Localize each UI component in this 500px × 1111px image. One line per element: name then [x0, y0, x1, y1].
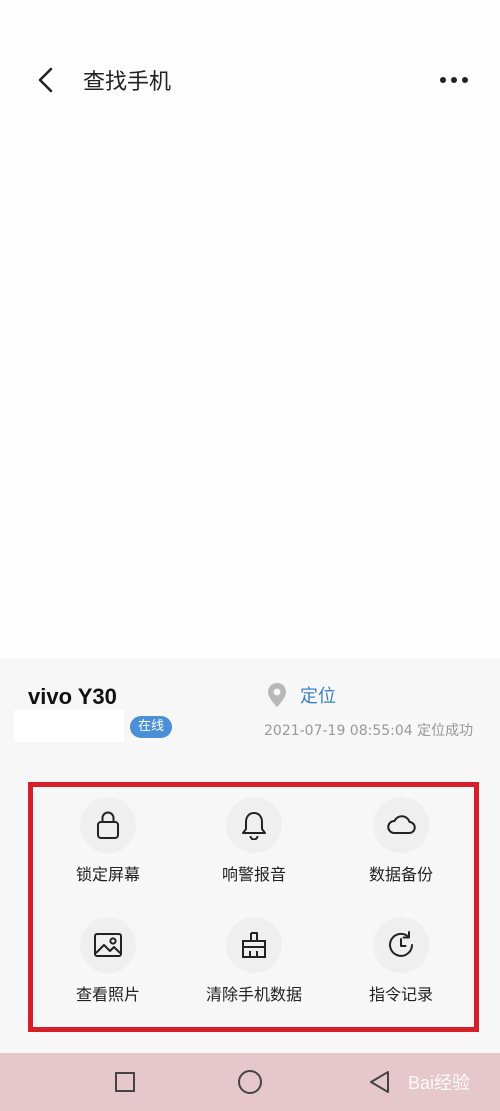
chevron-left-icon	[38, 67, 53, 93]
map-area[interactable]	[0, 110, 500, 658]
play-sound-button[interactable]: 响警报音	[179, 797, 329, 897]
data-backup-button[interactable]: 数据备份	[326, 797, 476, 897]
view-photos-button[interactable]: 查看照片	[33, 917, 183, 1017]
status-badge: 在线	[130, 716, 173, 738]
action-grid: 锁定屏幕 响警报音 数据备份 查看照片 清除手机数据 指令记录	[28, 782, 479, 1032]
action-label: 锁定屏幕	[75, 865, 140, 884]
command-history-button[interactable]: 指令记录	[326, 917, 476, 1017]
location-pin-icon	[268, 683, 286, 707]
action-label: 数据备份	[368, 865, 433, 884]
bell-icon	[242, 812, 266, 840]
more-horizontal-icon	[440, 77, 468, 83]
locate-timestamp: 2021-07-19 08:55:04 定位成功	[264, 723, 474, 739]
watermark: Bai经验	[407, 1073, 470, 1093]
nav-back-button[interactable]	[365, 1067, 395, 1097]
history-icon	[389, 931, 413, 957]
action-label: 响警报音	[221, 865, 286, 884]
action-label: 指令记录	[368, 985, 433, 1004]
erase-phone-data-button[interactable]: 清除手机数据	[179, 917, 329, 1017]
lock-screen-button[interactable]: 锁定屏幕	[33, 797, 183, 897]
back-button[interactable]	[28, 62, 64, 98]
cloud-icon	[387, 815, 416, 834]
square-icon	[115, 1072, 135, 1092]
device-account-redacted	[14, 710, 124, 742]
circle-icon	[238, 1070, 262, 1094]
image-icon	[94, 933, 122, 957]
system-navigation-bar: Bai经验	[0, 1053, 500, 1111]
page-title: 查找手机	[83, 70, 172, 95]
recent-apps-button[interactable]	[110, 1067, 140, 1097]
lock-icon	[97, 811, 119, 839]
action-label: 查看照片	[75, 985, 140, 1004]
device-name: vivo Y30	[28, 684, 117, 709]
triangle-back-icon	[370, 1071, 389, 1093]
brush-icon	[242, 932, 266, 958]
action-label: 清除手机数据	[205, 985, 302, 1004]
locate-button[interactable]: 定位	[300, 682, 336, 708]
home-button[interactable]	[235, 1067, 265, 1097]
more-options-button[interactable]	[434, 62, 474, 98]
